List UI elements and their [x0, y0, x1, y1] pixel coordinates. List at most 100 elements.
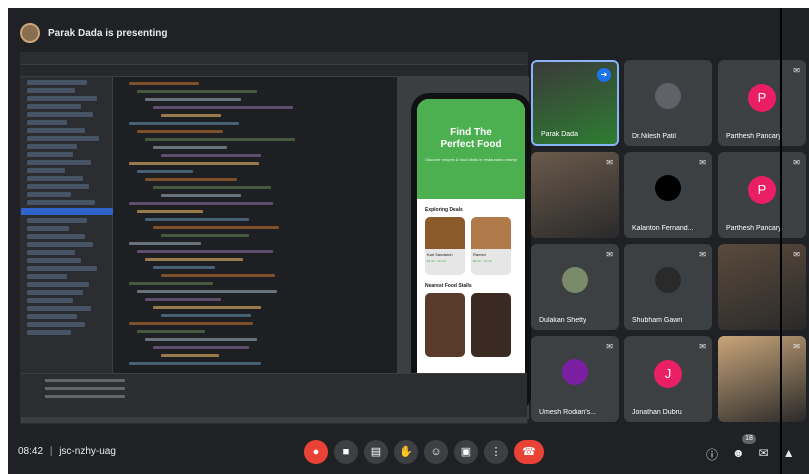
participant-tile[interactable]: ✉ Shubham Gawri — [624, 244, 712, 330]
tree-row[interactable] — [27, 330, 71, 335]
section-title-stalls: Nearest Food Stalls — [425, 283, 472, 289]
participant-tile[interactable]: P ✉ Parthesh Pancary — [718, 152, 806, 238]
tree-row[interactable] — [27, 298, 73, 303]
app-header: Find The Perfect Food Discover recipes &… — [417, 99, 525, 199]
code-line — [145, 138, 295, 141]
participant-tile[interactable]: ✉ — [531, 152, 619, 238]
code-line — [129, 362, 261, 365]
ide-menubar — [21, 53, 527, 65]
tree-row[interactable] — [27, 112, 93, 117]
tree-row[interactable] — [27, 322, 85, 327]
code-line — [137, 290, 277, 293]
tree-row[interactable] — [27, 80, 87, 85]
mic-button[interactable]: ● — [304, 440, 328, 464]
presenter-avatar — [20, 23, 40, 43]
participant-tile[interactable]: ➜ Parak Dada — [531, 60, 619, 146]
tree-row[interactable] — [27, 96, 97, 101]
participant-tile[interactable]: ✉ Dulakan Shetty — [531, 244, 619, 330]
tree-row[interactable] — [27, 144, 77, 149]
participant-name: Kalanton Fernand... — [632, 225, 694, 232]
food-card[interactable]: Kari Sandwich $6.40 · 12 min — [425, 217, 465, 275]
presenting-text: Parak Dada is presenting — [48, 27, 168, 39]
emoji-button[interactable]: ☺ — [424, 440, 448, 464]
tree-row[interactable] — [27, 88, 75, 93]
code-line — [161, 354, 219, 357]
code-line — [161, 234, 249, 237]
participant-letter-avatar: P — [748, 175, 776, 204]
people-icon[interactable]: ☻ — [732, 446, 745, 463]
presenter-bar: Parak Dada is presenting — [20, 22, 168, 44]
tree-row[interactable] — [27, 160, 91, 165]
tree-row[interactable] — [27, 282, 89, 287]
pin-icon[interactable]: ➜ — [597, 68, 611, 82]
run-console — [21, 373, 527, 419]
participant-name: Dulakan Shetty — [539, 317, 587, 324]
participant-tile[interactable]: ✉ — [718, 244, 806, 330]
tree-row[interactable] — [27, 226, 69, 231]
tree-row[interactable] — [27, 274, 67, 279]
tree-row[interactable] — [27, 168, 65, 173]
muted-mic-icon: ✉ — [606, 342, 613, 351]
tree-row[interactable] — [27, 290, 83, 295]
tree-row[interactable] — [27, 192, 71, 197]
ide-toolbar — [21, 65, 527, 77]
code-line — [129, 82, 199, 85]
participant-tile[interactable]: ✉ Umesh Rodian's... — [531, 336, 619, 422]
participant-tile[interactable]: Dr.Nilesh Patil — [624, 60, 712, 146]
shared-screen: Find The Perfect Food Discover recipes &… — [20, 52, 531, 424]
tree-row[interactable] — [27, 128, 85, 133]
raise-hand-button[interactable]: ✋ — [394, 440, 418, 464]
participant-tile[interactable]: ✉ Kalanton Fernand... — [624, 152, 712, 238]
code-line — [145, 218, 249, 221]
info-icon[interactable]: ⓘ — [706, 446, 718, 463]
participant-name: Parthesh Pancary — [726, 225, 782, 232]
phone-screen: Find The Perfect Food Discover recipes &… — [417, 99, 525, 407]
tree-row[interactable] — [27, 184, 89, 189]
muted-mic-icon: ✉ — [606, 158, 613, 167]
code-line — [153, 186, 271, 189]
present-button[interactable]: ▣ — [454, 440, 478, 464]
muted-mic-icon: ✉ — [793, 342, 800, 351]
muted-mic-icon: ✉ — [793, 250, 800, 259]
code-line — [153, 306, 261, 309]
tree-row[interactable] — [27, 152, 73, 157]
participant-tile[interactable]: P ✉ Parthesh Pancary — [718, 60, 806, 146]
food-card[interactable]: Ramen $8.20 · 18 min — [471, 217, 511, 275]
code-line — [153, 226, 279, 229]
tree-row[interactable] — [27, 104, 81, 109]
camera-button[interactable]: ■ — [334, 440, 358, 464]
stall-image[interactable] — [471, 293, 511, 357]
participant-name: Parthesh Pancary — [726, 133, 782, 140]
more-options-button[interactable]: ⋮ — [484, 440, 508, 464]
tree-row[interactable] — [27, 250, 75, 255]
participant-tile[interactable]: J ✉ Jonathan Dubru — [624, 336, 712, 422]
code-line — [137, 90, 257, 93]
tree-row[interactable] — [27, 234, 85, 239]
muted-mic-icon: ✉ — [793, 66, 800, 75]
tree-row[interactable] — [27, 136, 99, 141]
chat-icon[interactable]: ✉ — [759, 446, 769, 463]
participant-tile[interactable]: ✉ — [718, 336, 806, 422]
tree-row[interactable] — [27, 218, 87, 223]
activities-icon[interactable]: ▲ — [783, 446, 795, 463]
phone-frame: Find The Perfect Food Discover recipes &… — [411, 93, 531, 413]
tree-row[interactable] — [21, 208, 113, 215]
tree-row[interactable] — [27, 200, 95, 205]
code-line — [137, 130, 223, 133]
code-line — [137, 170, 193, 173]
food-meta: $8.20 · 18 min — [473, 259, 493, 263]
tree-row[interactable] — [27, 266, 97, 271]
captions-button[interactable]: ▤ — [364, 440, 388, 464]
tree-row[interactable] — [27, 314, 77, 319]
tree-row[interactable] — [27, 242, 93, 247]
food-name: Ramen — [473, 252, 486, 257]
tree-row[interactable] — [27, 120, 67, 125]
tree-row[interactable] — [27, 306, 91, 311]
participant-name: Dr.Nilesh Patil — [632, 133, 676, 140]
code-line — [153, 146, 227, 149]
tree-row[interactable] — [27, 258, 81, 263]
leave-call-button[interactable]: ☎ — [514, 440, 544, 464]
code-line — [161, 194, 241, 197]
stall-image[interactable] — [425, 293, 465, 357]
tree-row[interactable] — [27, 176, 83, 181]
